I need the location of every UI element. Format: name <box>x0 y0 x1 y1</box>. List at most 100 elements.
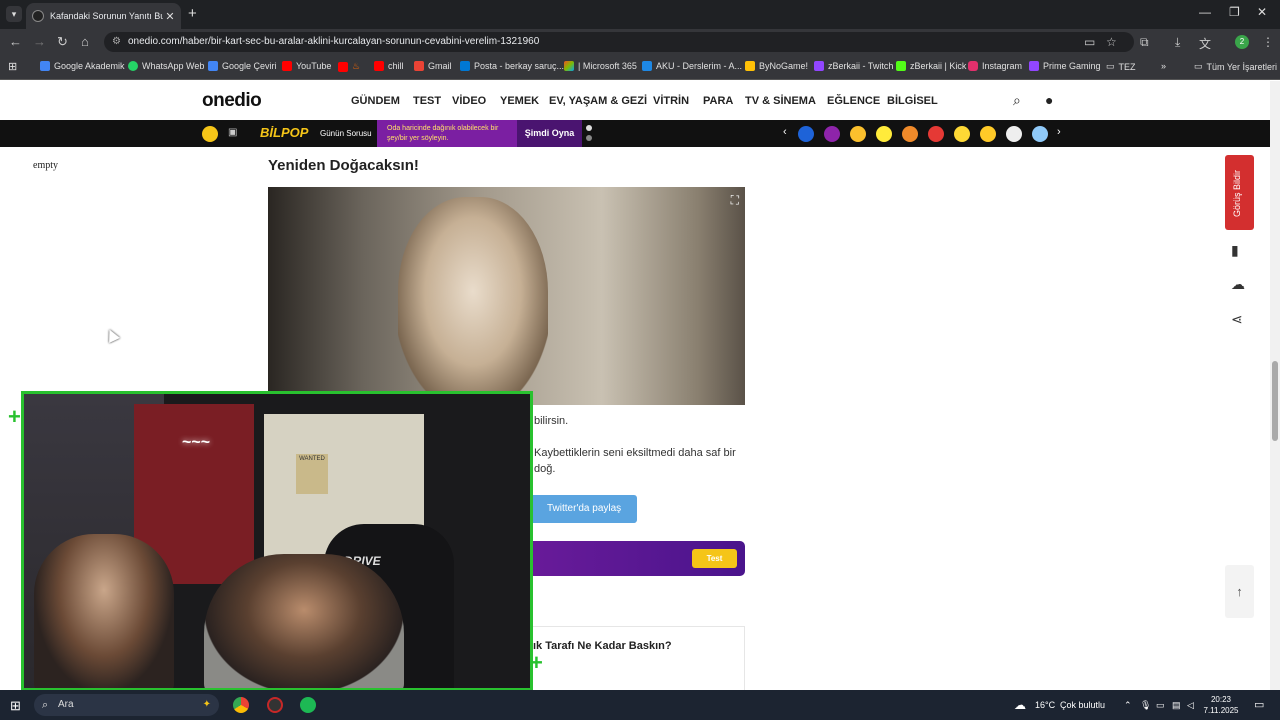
weather-label[interactable]: Çok bulutlu <box>1060 700 1105 710</box>
game-icon-3[interactable] <box>850 126 866 142</box>
game-logo-icon[interactable] <box>202 126 218 142</box>
volume-icon[interactable]: ◁ <box>1187 700 1194 711</box>
page-scrollbar[interactable] <box>1270 81 1280 690</box>
share-icon[interactable]: ⋖ <box>1231 311 1243 328</box>
user-icon[interactable]: ● <box>1045 92 1053 108</box>
game-icon-2[interactable] <box>824 126 840 142</box>
game-icon-7[interactable] <box>954 126 970 142</box>
bookmark-prime-gaming[interactable]: Prime Gaming <box>1029 61 1101 71</box>
bookmark-youtube-2[interactable]: ♨ <box>338 61 360 72</box>
chevron-right-icon[interactable]: › <box>1057 126 1061 138</box>
minimize-icon[interactable]: — <box>1199 5 1211 19</box>
close-window-icon[interactable]: ✕ <box>1257 5 1267 19</box>
test-banner[interactable]: Test <box>520 541 745 576</box>
bookmark-outlook[interactable]: Posta - berkay saruç... <box>460 61 564 71</box>
daily-question-text[interactable]: Oda haricinde dağınık olabilecek bir şey… <box>377 120 517 147</box>
game-icon-1[interactable] <box>798 126 814 142</box>
game-icon-5[interactable] <box>902 126 918 142</box>
game-icon-8[interactable] <box>980 126 996 142</box>
all-bookmarks-folder[interactable]: ▭ Tüm Yer İşaretleri <box>1194 61 1277 72</box>
back-icon[interactable]: ← <box>9 34 22 49</box>
profile-avatar[interactable]: 2 <box>1235 35 1249 49</box>
notifications-icon[interactable]: ▭ <box>1254 698 1264 711</box>
nav-para[interactable]: PARA <box>703 95 733 107</box>
fullscreen-icon[interactable]: ⛶ <box>731 193 739 208</box>
comments-icon[interactable]: ☁ <box>1231 276 1245 293</box>
play-now-button[interactable]: Şimdi Oyna <box>517 120 582 147</box>
chrome-taskbar-icon[interactable] <box>233 697 249 713</box>
tray-expand-icon[interactable]: ⌃ <box>1124 700 1132 711</box>
nav-gundem[interactable]: GÜNDEM <box>351 95 400 107</box>
nav-video[interactable]: VİDEO <box>452 95 486 107</box>
bookmark-youtube[interactable]: YouTube <box>282 61 331 71</box>
feedback-button[interactable]: Görüş Bildir <box>1225 155 1254 230</box>
nav-tv-sinema[interactable]: TV & SİNEMA <box>745 95 816 107</box>
game-icon-9[interactable] <box>1006 126 1022 142</box>
microphone-icon[interactable]: 🎙 <box>1140 700 1151 711</box>
home-icon[interactable]: ⌂ <box>81 34 89 49</box>
display-icon[interactable]: ▭ <box>1156 700 1165 711</box>
quiz-card[interactable]: ık Tarafı Ne Kadar Baskın? <box>520 626 745 690</box>
site-info-icon[interactable]: ⚙ <box>112 32 121 52</box>
article-image[interactable]: ⛶ <box>268 187 745 405</box>
bookmark-star-icon[interactable]: ☆ <box>1106 35 1117 49</box>
translate-icon[interactable]: 文 <box>1199 35 1211 52</box>
restore-icon[interactable]: ❐ <box>1229 5 1240 19</box>
bookmark-chill[interactable]: chill <box>374 61 404 71</box>
apps-grid-icon[interactable]: ⊞ <box>8 60 17 73</box>
bookmark-google-translate[interactable]: Google Çeviri <box>208 61 277 71</box>
tab-search-button[interactable]: ▾ <box>6 6 22 22</box>
bookmark-gmail[interactable]: Gmail <box>414 61 452 71</box>
bookmark-add-icon[interactable]: ▮ <box>1231 242 1239 259</box>
bookmark-microsoft-365[interactable]: | Microsoft 365 <box>564 61 637 71</box>
obs-taskbar-icon[interactable] <box>267 697 283 713</box>
nav-yemek[interactable]: YEMEK <box>500 95 539 107</box>
bilpop-logo[interactable]: BİLPOP <box>260 125 308 140</box>
extensions-icon[interactable]: ⧉ <box>1140 35 1149 50</box>
taskbar-clock[interactable]: 20:23 7.11.2025 <box>1200 694 1242 716</box>
bookmark-bynogame[interactable]: ByNoGame! <box>745 61 808 71</box>
twitter-share-button[interactable]: Twitter'da paylaş <box>520 495 637 523</box>
bookmark-kick[interactable]: zBerkaii | Kick <box>896 61 966 71</box>
search-icon[interactable]: ⌕ <box>1013 92 1021 109</box>
test-badge[interactable]: Test <box>692 549 737 568</box>
quiz-title[interactable]: ık Tarafı Ne Kadar Baskın? <box>533 640 672 652</box>
install-app-icon[interactable]: ▭ <box>1084 35 1095 49</box>
browser-tab-active[interactable]: Kafandaki Sorunun Yanıtı Bu Kart ✕ <box>26 3 181 29</box>
game-icon-6[interactable] <box>928 126 944 142</box>
taskbar-search[interactable]: ⌕ Ara ✦ <box>34 694 219 716</box>
nav-vitrin[interactable]: VİTRİN <box>653 95 689 107</box>
scroll-to-top-button[interactable]: ↑ <box>1225 565 1254 618</box>
spotify-taskbar-icon[interactable] <box>300 697 316 713</box>
windows-start-icon[interactable]: ⊞ <box>10 698 21 714</box>
temperature-label[interactable]: 16°C <box>1035 700 1055 710</box>
bookmark-whatsapp[interactable]: WhatsApp Web <box>128 61 204 71</box>
bookmark-folder-tez[interactable]: ▭ TEZ <box>1106 61 1136 72</box>
gamepad-icon[interactable]: ▣ <box>228 127 237 138</box>
address-bar[interactable]: ⚙ onedio.com/haber/bir-kart-sec-bu-arala… <box>104 32 1134 52</box>
carousel-dot[interactable] <box>586 135 592 141</box>
scrollbar-thumb[interactable] <box>1272 361 1278 441</box>
game-icon-4[interactable] <box>876 126 892 142</box>
bookmark-aku[interactable]: AKU - Derslerim - A... <box>642 61 742 71</box>
tab-close-icon[interactable]: ✕ <box>163 10 177 23</box>
nav-eglence[interactable]: EĞLENCE <box>827 95 880 107</box>
bookmark-instagram[interactable]: Instagram <box>968 61 1022 71</box>
forward-icon[interactable]: → <box>33 34 46 49</box>
carousel-dot[interactable] <box>586 125 592 131</box>
nav-test[interactable]: TEST <box>413 95 441 107</box>
game-icon-10[interactable] <box>1032 126 1048 142</box>
bookmark-google-akademik[interactable]: Google Akademik <box>40 61 125 71</box>
bookmark-twitch[interactable]: zBerkaii - Twitch <box>814 61 893 71</box>
bookmarks-overflow-icon[interactable]: » <box>1161 61 1166 71</box>
nav-ev-yasam-gezi[interactable]: EV, YAŞAM & GEZİ <box>549 95 647 107</box>
weather-icon[interactable]: ☁ <box>1014 698 1026 712</box>
network-icon[interactable]: ▤ <box>1172 700 1181 711</box>
new-tab-icon[interactable]: + <box>188 5 197 22</box>
reload-icon[interactable]: ↻ <box>57 34 68 50</box>
chevron-left-icon[interactable]: ‹ <box>783 126 787 138</box>
site-logo[interactable]: onedio <box>202 90 262 112</box>
downloads-icon[interactable]: ⤓ <box>1175 35 1180 50</box>
nav-bilgisel[interactable]: BİLGİSEL <box>887 95 938 107</box>
menu-kebab-icon[interactable]: ⋮ <box>1262 35 1274 49</box>
